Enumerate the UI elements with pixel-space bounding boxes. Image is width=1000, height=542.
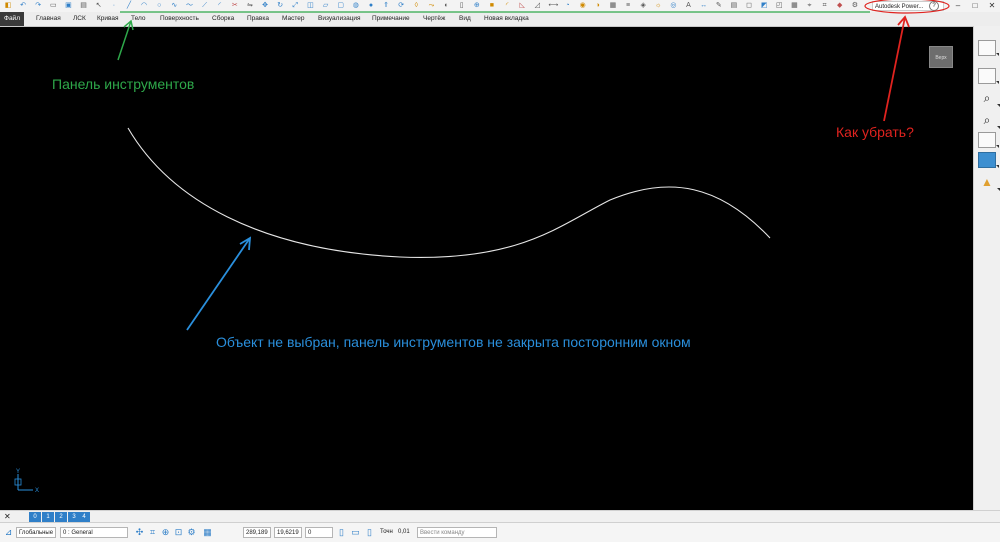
workplane-icon: ⊿ (4, 527, 13, 537)
relative-coords-icon[interactable]: ▭ (350, 527, 361, 538)
snap-icon[interactable]: ✣ (134, 527, 145, 538)
shaded-view-icon[interactable] (978, 152, 999, 168)
view-tab[interactable]: 4 (78, 512, 90, 522)
view-tab[interactable]: 1 (42, 512, 54, 522)
blue-arrow (186, 237, 251, 331)
toolbar-annotation: Панель инструментов (52, 76, 195, 92)
spline-curve[interactable] (127, 127, 771, 259)
coord-z-field[interactable]: 0 (305, 527, 333, 538)
view-toolbar: ⌕ ⌕ ▲ (973, 26, 1000, 510)
axis-x-label: X (35, 488, 39, 494)
tolerance-value: 0,01 (398, 529, 410, 535)
view-tab[interactable]: 2 (55, 512, 67, 522)
coord-y-field[interactable]: 19,6219 (274, 527, 302, 538)
red-arrow (883, 16, 906, 122)
absolute-coords-icon[interactable]: ▯ (336, 527, 347, 538)
polar-coords-icon[interactable]: ▯ (364, 527, 375, 538)
red-highlight-ellipse (864, 0, 950, 14)
coord-x-field[interactable]: 289,189 (243, 527, 271, 538)
tolerance-label: Точн (380, 529, 393, 535)
locate-icon[interactable]: ⊕ (160, 527, 171, 538)
layer-select[interactable]: 0 : General (60, 527, 128, 538)
zoom-icon[interactable]: ⌕ (978, 90, 1000, 107)
light-icon[interactable]: ▲ (978, 174, 1000, 191)
view-cube-icon[interactable] (978, 68, 999, 84)
status-bar: ⊿ Глобальные 0 : General ✣ ⌗ ⊕ ⊡ ⚙ ▦ 289… (0, 522, 1000, 542)
command-input[interactable]: Ввести команду (417, 527, 497, 538)
zoom-box-icon[interactable]: ⌕ (978, 112, 1000, 129)
viewcube[interactable]: Верх (929, 46, 953, 68)
axis-y-label: Y (16, 469, 20, 475)
grid-snap-icon[interactable]: ⌗ (147, 527, 158, 538)
note-annotation: Объект не выбран, панель инструментов не… (216, 334, 691, 350)
grid-icon[interactable]: ▦ (202, 527, 213, 538)
settings-icon[interactable]: ⚙ (186, 527, 197, 538)
lock-icon[interactable]: ⊡ (173, 527, 184, 538)
iso-view-icon[interactable] (978, 40, 999, 56)
workplane-select[interactable]: Глобальные (16, 527, 56, 538)
view-tab[interactable]: 0 (29, 512, 41, 522)
close-view-icon[interactable]: ✕ (4, 511, 11, 522)
question-annotation: Как убрать? (836, 124, 914, 140)
wireframe-view-icon[interactable] (978, 132, 999, 148)
